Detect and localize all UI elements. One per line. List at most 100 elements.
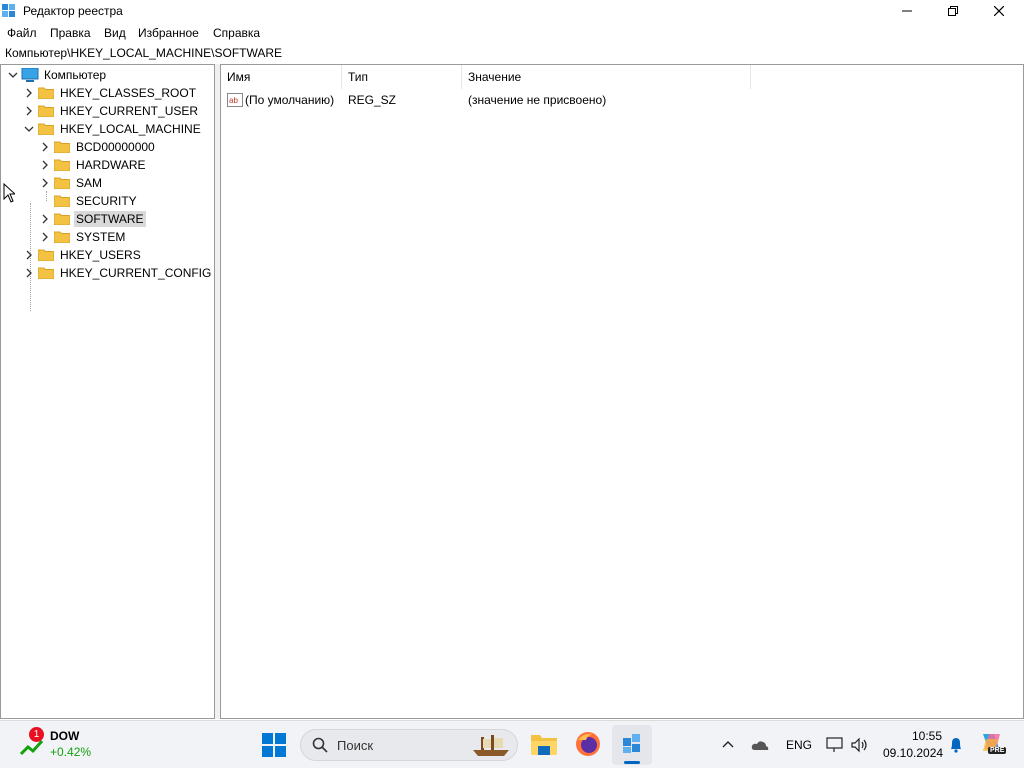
chevron-right-icon[interactable] <box>22 104 36 118</box>
regedit-app-icon <box>2 4 15 17</box>
tree-item-hkey-current-user[interactable]: HKEY_CURRENT_USER <box>22 102 200 120</box>
column-header-label: Тип <box>348 70 369 84</box>
firefox-icon <box>576 732 600 756</box>
column-header-value[interactable]: Значение <box>462 65 751 89</box>
search-placeholder: Поиск <box>337 738 374 753</box>
tree-item-bcd[interactable]: BCD00000000 <box>38 138 157 156</box>
taskbar-app-regedit[interactable] <box>612 725 652 765</box>
tree-label: SAM <box>76 176 103 190</box>
string-value-icon: ab <box>227 93 243 107</box>
value-name: (По умолчанию) <box>245 93 335 107</box>
chevron-right-icon[interactable] <box>38 158 52 172</box>
language-indicator[interactable]: ENG <box>786 738 812 752</box>
folder-icon <box>53 213 71 226</box>
value-data: (значение не присвоено) <box>468 93 607 107</box>
folder-icon <box>53 159 71 172</box>
chevron-down-icon[interactable] <box>22 122 36 136</box>
tree-label: HKEY_CURRENT_USER <box>60 104 199 118</box>
taskbar-search[interactable]: Поиск <box>300 729 518 761</box>
minimize-button[interactable] <box>884 0 930 22</box>
taskbar: 1 DOW +0.42% Поиск ENG 10:55 09.10.2024 … <box>0 720 1024 768</box>
notification-badge: 1 <box>29 727 44 742</box>
stocks-widget[interactable]: 1 DOW +0.42% <box>18 727 98 763</box>
start-button[interactable] <box>262 733 286 757</box>
tree-label: BCD00000000 <box>76 140 155 154</box>
folder-icon <box>53 177 71 190</box>
column-header-label: Имя <box>227 70 251 84</box>
address-bar[interactable]: Компьютер\HKEY_LOCAL_MACHINE\SOFTWARE <box>0 43 1024 65</box>
menu-file[interactable]: Файл <box>7 26 37 40</box>
address-path[interactable]: Компьютер\HKEY_LOCAL_MACHINE\SOFTWARE <box>5 46 282 60</box>
taskbar-app-file-explorer[interactable] <box>530 731 558 759</box>
chevron-up-icon[interactable] <box>722 739 734 751</box>
chevron-right-icon[interactable] <box>38 176 52 190</box>
title-bar: Редактор реестра <box>0 0 1024 22</box>
values-list[interactable]: Имя Тип Значение ab (По умолчанию) REG_S… <box>220 64 1024 719</box>
volume-icon[interactable] <box>851 737 869 753</box>
onedrive-cloud-icon[interactable] <box>751 739 769 751</box>
chevron-right-icon[interactable] <box>38 230 52 244</box>
restore-icon <box>948 6 958 16</box>
close-button[interactable] <box>976 0 1022 22</box>
active-app-indicator <box>624 761 640 764</box>
tree-item-hkey-users[interactable]: HKEY_USERS <box>22 246 143 264</box>
minimize-icon <box>902 10 912 12</box>
folder-icon <box>37 87 55 100</box>
table-row[interactable]: ab (По умолчанию) <box>227 91 334 109</box>
folder-icon <box>53 141 71 154</box>
tree-label: HKEY_USERS <box>60 248 141 262</box>
stock-change: +0.42% <box>50 745 92 759</box>
tree-label: HKEY_CURRENT_CONFIG <box>60 266 212 280</box>
column-header-type[interactable]: Тип <box>342 65 462 89</box>
chevron-right-icon[interactable] <box>22 248 36 262</box>
folder-icon <box>37 105 55 118</box>
tree-label: HKEY_CLASSES_ROOT <box>60 86 197 100</box>
network-icon[interactable] <box>826 737 844 753</box>
restore-button[interactable] <box>930 0 976 22</box>
preview-badge: PRE <box>988 747 1007 754</box>
tree-item-computer[interactable]: Компьютер <box>6 66 108 84</box>
clock-time[interactable]: 10:55 <box>912 729 942 743</box>
tree-item-hkey-current-config[interactable]: HKEY_CURRENT_CONFIG <box>22 264 213 282</box>
folder-icon <box>53 231 71 244</box>
clock-date[interactable]: 09.10.2024 <box>883 746 943 760</box>
tree-item-software[interactable]: SOFTWARE <box>38 210 146 228</box>
folder-open-icon <box>37 123 55 136</box>
menu-favorites[interactable]: Избранное <box>138 26 199 40</box>
svg-text:ab: ab <box>229 96 238 105</box>
tree-label: SYSTEM <box>76 230 126 244</box>
tree-pane[interactable]: Компьютер HKEY_CLASSES_ROOT HKEY_CURRENT… <box>0 64 215 719</box>
tree-label: HKEY_LOCAL_MACHINE <box>60 122 201 136</box>
copilot-button[interactable]: PRE <box>980 731 1007 757</box>
close-icon <box>994 6 1004 16</box>
menu-view[interactable]: Вид <box>104 26 126 40</box>
chevron-down-icon[interactable] <box>6 68 20 82</box>
search-icon <box>312 737 328 753</box>
tree-item-hardware[interactable]: HARDWARE <box>38 156 148 174</box>
tree-label: SECURITY <box>76 194 137 208</box>
notification-bell-icon[interactable] <box>949 737 963 753</box>
tree-label: Компьютер <box>44 68 107 82</box>
folder-icon <box>37 249 55 262</box>
windows-logo-icon <box>262 733 286 757</box>
tree-item-security[interactable]: SECURITY <box>38 192 139 210</box>
menu-bar: Файл Правка Вид Избранное Справка <box>0 23 1024 43</box>
tree-item-hkey-classes-root[interactable]: HKEY_CLASSES_ROOT <box>22 84 198 102</box>
value-type: REG_SZ <box>348 93 397 107</box>
chevron-right-icon[interactable] <box>38 212 52 226</box>
window-title: Редактор реестра <box>23 4 123 18</box>
chevron-right-icon[interactable] <box>38 140 52 154</box>
tree-item-system[interactable]: SYSTEM <box>38 228 127 246</box>
menu-edit[interactable]: Правка <box>50 26 91 40</box>
search-highlight-ship-icon <box>473 735 509 756</box>
tree-label: SOFTWARE <box>74 211 146 227</box>
taskbar-app-firefox[interactable] <box>575 731 601 757</box>
tree-item-hkey-local-machine[interactable]: HKEY_LOCAL_MACHINE <box>22 120 203 138</box>
tree-label: HARDWARE <box>76 158 146 172</box>
chevron-right-icon[interactable] <box>22 86 36 100</box>
chevron-right-icon[interactable] <box>22 266 36 280</box>
tree-item-sam[interactable]: SAM <box>38 174 104 192</box>
menu-help[interactable]: Справка <box>213 26 260 40</box>
column-header-name[interactable]: Имя <box>221 65 342 89</box>
